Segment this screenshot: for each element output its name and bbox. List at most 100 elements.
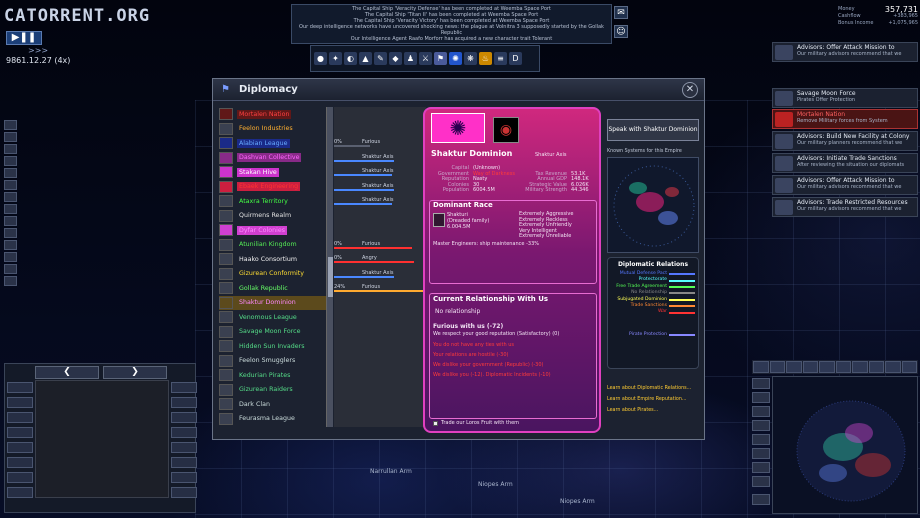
minimap-button[interactable] (752, 462, 770, 473)
empire-row[interactable]: Gizurean Conformity (219, 267, 333, 282)
tool-button[interactable] (4, 276, 17, 286)
learn-link[interactable]: Learn about Diplomatic Relations... (607, 386, 691, 391)
military-icon[interactable]: ⚔ (419, 52, 432, 65)
tool-button[interactable] (4, 216, 17, 226)
empire-row[interactable]: Dyfar Colonies (219, 223, 333, 238)
empire-row[interactable]: Dashvan Collective (219, 151, 333, 166)
empire-row[interactable]: Kedurian Pirates (219, 368, 333, 383)
tool-button[interactable] (4, 156, 17, 166)
empire-row[interactable]: Hidden Sun Invaders (219, 339, 333, 354)
filter-button[interactable] (819, 361, 835, 373)
pause-button[interactable]: ▶❚❚ (6, 31, 42, 45)
minimap-button[interactable] (752, 392, 770, 403)
speed-button[interactable]: >>> (28, 46, 48, 55)
filter-button[interactable] (868, 361, 884, 373)
action-slot[interactable] (7, 397, 33, 408)
tool-button[interactable] (4, 132, 17, 142)
next-button[interactable]: ❯ (103, 366, 167, 379)
tool-button[interactable] (4, 240, 17, 250)
tool-button[interactable] (4, 168, 17, 178)
resource-icon[interactable]: ▲ (359, 52, 372, 65)
character-icon[interactable]: ♟ (404, 52, 417, 65)
empire-row[interactable]: Dark Clan (219, 397, 333, 412)
empire-row[interactable]: Stakan Hive (219, 165, 333, 180)
trade-checkbox[interactable] (433, 421, 438, 426)
minimap-button[interactable] (752, 476, 770, 487)
minimap-button[interactable] (752, 494, 770, 505)
tool-button[interactable] (4, 252, 17, 262)
action-slot[interactable] (171, 472, 197, 483)
action-slot[interactable] (7, 487, 33, 498)
policy-icon[interactable]: ≡ (494, 52, 507, 65)
empire-row[interactable]: Haako Consortium (219, 252, 333, 267)
empire-row[interactable]: Gollak Republic (219, 281, 333, 296)
advisor-item[interactable]: Savage Moon Force Pirates Offer Protectio… (772, 88, 918, 108)
advisor-icon[interactable]: ☺ (614, 25, 628, 38)
action-slot[interactable] (171, 382, 197, 393)
empire-row[interactable]: Feelon Industries (219, 122, 333, 137)
action-slot[interactable] (171, 442, 197, 453)
tool-button[interactable] (4, 204, 17, 214)
tool-button[interactable] (4, 180, 17, 190)
advisor-item[interactable]: Mortalen Nation Remove Military forces fr… (772, 109, 918, 129)
action-slot[interactable] (7, 457, 33, 468)
diplomacy-icon[interactable]: ⚑ (434, 52, 447, 65)
research-bulb-icon[interactable]: ♨ (479, 52, 492, 65)
empire-row[interactable]: Quirmens Realm (219, 209, 333, 224)
empire-row[interactable]: Gizurean Raiders (219, 383, 333, 398)
empire-row[interactable]: Ataxra Territory (219, 194, 333, 209)
learn-link[interactable]: Learn about Pirates... (607, 408, 658, 413)
empire-row[interactable]: Savage Moon Force (219, 325, 333, 340)
ship-icon[interactable]: ✦ (329, 52, 342, 65)
design-icon[interactable]: ◆ (389, 52, 402, 65)
empire-row[interactable]: Feurasma League (219, 412, 333, 427)
action-slot[interactable] (171, 457, 197, 468)
advisor-item[interactable]: Advisors: Trade Restricted Resources Our … (772, 197, 918, 217)
empire-row[interactable]: Feelon Smugglers (219, 354, 333, 369)
filter-button[interactable] (852, 361, 868, 373)
advisor-item[interactable]: Advisors: Initiate Trade Sanctions After … (772, 153, 918, 173)
planet-icon[interactable]: ● (314, 52, 327, 65)
speak-button[interactable]: Speak with Shaktur Dominion (607, 119, 699, 141)
tool-button[interactable] (4, 120, 17, 130)
filter-button[interactable] (769, 361, 785, 373)
empire-row[interactable]: Atunilian Kingdom (219, 238, 333, 253)
filter-button[interactable] (901, 361, 917, 373)
action-slot[interactable] (7, 442, 33, 453)
message-expand-icon[interactable]: ✉ (614, 6, 628, 19)
action-slot[interactable] (7, 412, 33, 423)
tool-button[interactable] (4, 192, 17, 202)
action-slot[interactable] (7, 472, 33, 483)
tool-button[interactable] (4, 264, 17, 274)
prev-button[interactable]: ❮ (35, 366, 99, 379)
filter-button[interactable] (802, 361, 818, 373)
research-icon[interactable]: ✎ (374, 52, 387, 65)
close-icon[interactable]: ✕ (682, 82, 698, 98)
action-slot[interactable] (171, 412, 197, 423)
empire-row[interactable]: Shaktur Dominion (219, 295, 333, 310)
minimap-button[interactable] (752, 406, 770, 417)
action-slot[interactable] (171, 427, 197, 438)
minimap-button[interactable] (752, 448, 770, 459)
galaxy-minimap[interactable] (772, 376, 918, 514)
advisor-item[interactable]: Advisors: Offer Attack Mission to Our mil… (772, 42, 918, 62)
colony-icon[interactable]: ◐ (344, 52, 357, 65)
advisor-item[interactable]: Advisors: Offer Attack Mission to Our mil… (772, 175, 918, 195)
filter-button[interactable] (786, 361, 802, 373)
tool-button[interactable] (4, 144, 17, 154)
lock-icon[interactable] (7, 382, 33, 393)
filter-button[interactable] (885, 361, 901, 373)
empire-row[interactable]: Mortalen Nation (219, 107, 333, 122)
empire-icon[interactable]: ✺ (449, 52, 462, 65)
tool-button[interactable] (4, 228, 17, 238)
minimap-button[interactable] (752, 420, 770, 431)
learn-link[interactable]: Learn about Empire Reputation... (607, 397, 686, 402)
action-slot[interactable] (7, 427, 33, 438)
action-slot[interactable] (171, 487, 197, 498)
advisor-item[interactable]: Advisors: Build New Facility at Colony Ou… (772, 131, 918, 151)
action-slot[interactable] (171, 397, 197, 408)
empire-systems-minimap[interactable] (607, 157, 699, 253)
empire-row[interactable]: Ebaek Engineering (219, 180, 333, 195)
empire-row[interactable]: Venomous League (219, 310, 333, 325)
scrollbar-thumb[interactable] (328, 257, 333, 297)
